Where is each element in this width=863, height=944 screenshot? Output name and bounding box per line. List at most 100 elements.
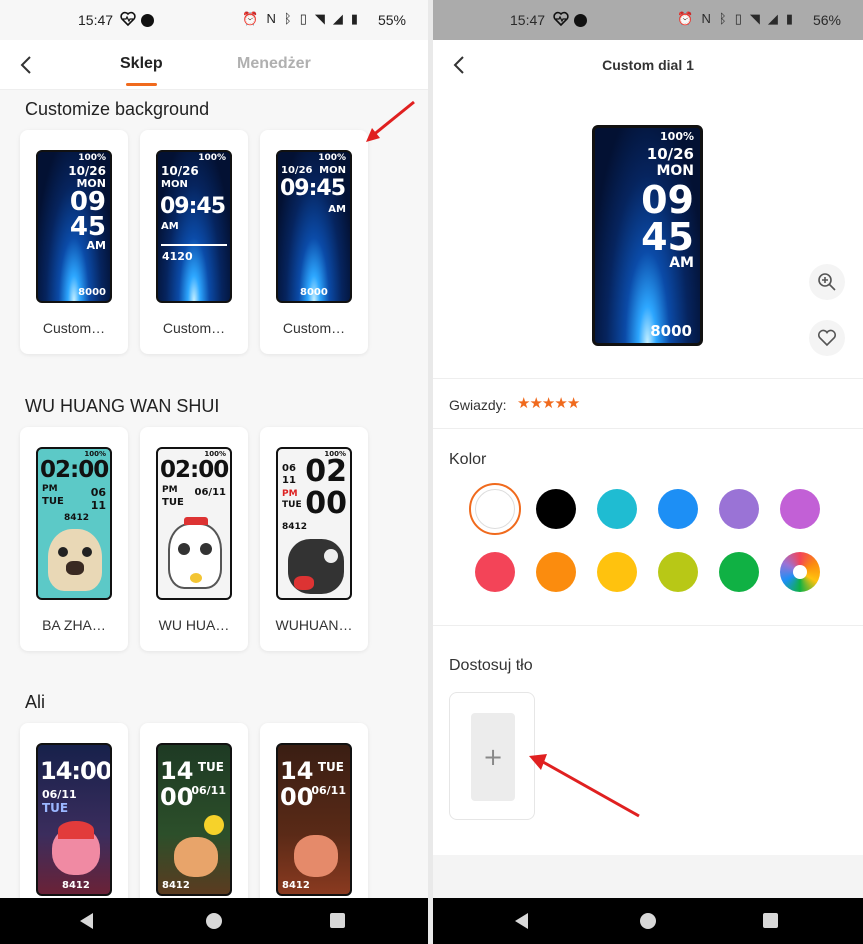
card-label: BA ZHA…: [42, 617, 106, 633]
nav-home-icon[interactable]: [206, 913, 222, 929]
heart-rate-icon: [120, 11, 136, 27]
color-swatch[interactable]: [475, 552, 515, 592]
zoom-in-button[interactable]: [809, 264, 845, 300]
battery-icon: ▮: [785, 11, 793, 26]
color-swatch[interactable]: [719, 489, 759, 529]
status-time: 15:47: [78, 12, 114, 28]
color-swatch[interactable]: [597, 552, 637, 592]
nav-back-icon[interactable]: [80, 913, 93, 929]
zoom-in-icon: [818, 273, 836, 291]
watchface-card[interactable]: 100% 10/26 MON 09:45 AM 8000 Custom…: [260, 130, 368, 354]
thumb-time: 02:00: [160, 457, 229, 483]
tab-manager[interactable]: Menedżer: [237, 55, 311, 73]
thumb-ampm: AM: [86, 239, 106, 252]
watchface-card[interactable]: 100% 02:00 PM TUE 06 11 8412 BA ZHA…: [20, 427, 128, 651]
thumb-date: 06/11: [311, 784, 346, 797]
bluetooth-icon: ᛒ: [283, 11, 292, 26]
thumb-steps: 8412: [282, 880, 310, 891]
color-swatch[interactable]: [658, 489, 698, 529]
tab-shop[interactable]: Sklep: [120, 55, 163, 86]
vibrate-icon: ▯: [299, 11, 307, 26]
annotation-arrow-icon: [366, 100, 415, 142]
heart-icon: [817, 329, 837, 347]
nav-recents-icon[interactable]: [330, 913, 345, 928]
thumb-date-month: 06: [90, 486, 106, 499]
thumb-date-day: 11: [282, 475, 296, 486]
section-title-customize: Customize background: [25, 99, 210, 119]
bottom-band: [433, 855, 863, 898]
thumb-day: MON: [161, 179, 188, 190]
thumb-steps: 8000: [78, 287, 106, 298]
nav-back-icon[interactable]: [515, 913, 528, 929]
annotation-arrow-icon: [529, 754, 640, 818]
shop-screen: 15:47 ⏰ N ᛒ ▯ ◥ ◢ ▮ 55% Sklep Menedżer C…: [0, 0, 428, 944]
add-background-button[interactable]: +: [449, 692, 535, 820]
thumb-day: TUE: [162, 497, 184, 508]
header-bar: Custom dial 1: [433, 40, 863, 90]
status-icons: ⏰ N ᛒ ▯ ◥ ◢ ▮: [242, 11, 358, 27]
wifi-icon: ◥: [749, 11, 760, 26]
color-swatch-multicolor[interactable]: [780, 552, 820, 592]
color-swatch[interactable]: [658, 552, 698, 592]
thumb-pm: PM: [282, 489, 298, 499]
preview-date: 10/26: [646, 145, 694, 163]
thumb-battery: 100%: [198, 153, 226, 163]
back-chevron-left-icon[interactable]: [18, 54, 34, 76]
battery-icon: ▮: [350, 11, 358, 26]
watchface-card[interactable]: 100% 10/26 MON 09 45 AM 8000 Custom…: [20, 130, 128, 354]
card-label: Custom…: [42, 320, 106, 336]
favorite-button[interactable]: [809, 320, 845, 356]
watchface-thumbnail: 100% 10/26 MON 09:45 AM 8000: [276, 150, 352, 303]
watchface-card[interactable]: 100% 02:00 PM 06/11 TUE WU HUA…: [140, 427, 248, 651]
thumb-steps: 8000: [300, 287, 328, 298]
card-label: Custom…: [282, 320, 346, 336]
thumb-hour: 02: [305, 454, 347, 489]
watchface-thumbnail: 100% 02:00 PM 06/11 TUE: [156, 447, 232, 600]
notification-dot-icon: [141, 14, 154, 27]
thumb-time: 09:45: [160, 194, 226, 219]
dial-preview: 100% 10/26 MON 09 45 AM 8000: [592, 125, 703, 346]
color-swatch[interactable]: [597, 489, 637, 529]
thumb-ampm: AM: [328, 204, 346, 215]
color-swatch[interactable]: [536, 489, 576, 529]
thumb-day: TUE: [42, 496, 64, 507]
notification-dot-icon: [574, 14, 587, 27]
custom-background-label: Dostosuj tło: [449, 657, 533, 674]
preview-hour: 09: [641, 178, 694, 222]
nfc-icon: N: [266, 11, 276, 26]
signal-icon: ◢: [332, 11, 343, 26]
thumb-date: 06/11: [194, 487, 226, 498]
status-icons: ⏰ N ᛒ ▯ ◥ ◢ ▮: [677, 11, 793, 27]
nfc-icon: N: [701, 11, 711, 26]
thumb-steps: 4120: [162, 250, 193, 263]
thumb-day: MON: [319, 165, 346, 176]
rating-stars: ★★★★★: [517, 394, 580, 412]
color-swatch[interactable]: [719, 552, 759, 592]
divider: [433, 428, 863, 429]
color-swatch[interactable]: [475, 489, 515, 529]
wifi-icon: ◥: [314, 11, 325, 26]
watchface-card[interactable]: 100% 06 11 02 00 PM TUE 8412 WUHUAN…: [260, 427, 368, 651]
star-icon: ★: [554, 395, 567, 412]
thumb-day: TUE: [197, 760, 224, 774]
thumb-minute: 00: [280, 783, 314, 811]
thumb-time: 02:00: [40, 457, 109, 483]
color-section-label: Kolor: [449, 451, 487, 468]
thumb-steps: 8412: [62, 880, 90, 891]
color-swatch[interactable]: [536, 552, 576, 592]
thumb-time: 14:00: [40, 757, 112, 785]
thumb-battery: 100%: [318, 153, 346, 163]
plus-icon: +: [471, 713, 515, 801]
watchface-card[interactable]: 100% 10/26 MON 09:45 AM 4120 Custom…: [140, 130, 248, 354]
thumb-day: TUE: [282, 500, 302, 510]
thumb-date: 06/11: [42, 788, 77, 801]
cat-character: [168, 517, 222, 589]
nav-recents-icon[interactable]: [763, 913, 778, 928]
watchface-thumbnail: 100% 10/26 MON 09:45 AM 4120: [156, 150, 232, 303]
thumb-date: 10/26: [161, 164, 199, 178]
nav-home-icon[interactable]: [640, 913, 656, 929]
color-swatch[interactable]: [780, 489, 820, 529]
card-label: WU HUA…: [158, 617, 230, 633]
heart-rate-icon: [553, 11, 569, 27]
watchface-thumbnail: 100% 06 11 02 00 PM TUE 8412: [276, 447, 352, 600]
